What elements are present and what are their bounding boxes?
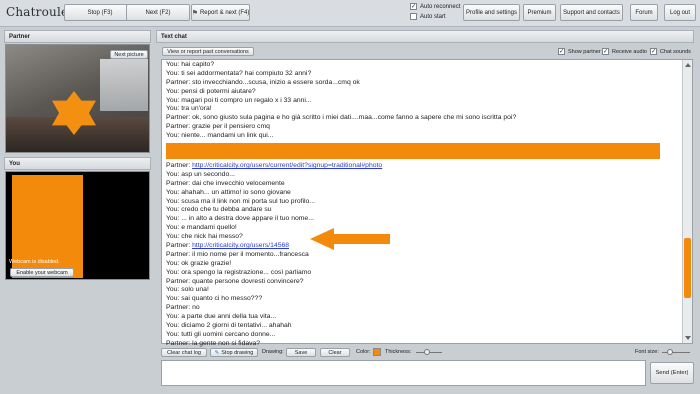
auto-start-label: Auto start: [420, 13, 446, 20]
chat-message: Partner: grazie per il pensiero cmq: [166, 123, 270, 131]
font-size-label: Font size:: [635, 349, 659, 355]
stop-drawing-button[interactable]: ✎ Stop drawing: [210, 348, 258, 357]
clear-chat-log-button[interactable]: Clear chat log: [161, 348, 207, 357]
profile-link[interactable]: http://criticalcity.org/users/current/ed…: [192, 162, 382, 169]
view-report-conversations-button[interactable]: View or report past conversations: [162, 47, 254, 56]
chat-message: You: solo una!: [166, 286, 209, 294]
auto-reconnect-label: Auto reconnect: [420, 3, 461, 10]
save-drawing-button[interactable]: Save: [286, 348, 316, 357]
partner-panel-header: Partner: [4, 30, 151, 43]
checkbox-box[interactable]: ✓: [410, 3, 417, 10]
chat-message: Partner: no: [166, 304, 200, 312]
report-next-label: Report & next (F4): [199, 9, 250, 16]
report-icon: ⚑: [191, 9, 198, 17]
chat-message: You: sai quanto ci ho messo???: [166, 295, 263, 303]
chat-message: You: tra un'ora!: [166, 105, 212, 113]
partner-title: Partner: [9, 33, 31, 40]
chat-message: You: diciamo 2 giorni di tentativi... ah…: [166, 322, 292, 330]
receive-audio-label: Receive audio: [612, 48, 647, 55]
checkbox-box[interactable]: ✓: [602, 48, 609, 55]
premium-button[interactable]: Premium: [523, 4, 556, 21]
color-picker[interactable]: [373, 348, 381, 356]
thickness-slider-handle[interactable]: [424, 349, 430, 355]
chat-message: Partner: il mio nome per il momento...fr…: [166, 250, 309, 258]
clear-drawing-button[interactable]: Clear: [320, 348, 350, 357]
text-chat-header: Text chat: [156, 30, 694, 43]
forum-button[interactable]: Forum: [630, 4, 658, 21]
logout-button[interactable]: Log out: [664, 4, 696, 21]
support-contacts-button[interactable]: Support and contacts: [560, 4, 623, 21]
auto-start-checkbox[interactable]: Auto start: [410, 13, 446, 20]
chat-message: You: a parte due anni della tua vita...: [166, 313, 277, 321]
arrow-shape: [310, 228, 390, 250]
chat-message: Partner: dai che invecchio velocemente: [166, 179, 285, 187]
color-label: Color:: [356, 349, 371, 355]
text-chat-title: Text chat: [161, 33, 187, 40]
censored-message-block: [166, 143, 660, 160]
chat-message: You: magari poi ti compro un regalo x i …: [166, 96, 312, 104]
drawing-label: Drawing:: [262, 349, 284, 355]
thickness-label: Thickness:: [385, 349, 412, 355]
annotation-arrow: [310, 228, 390, 250]
profile-settings-button[interactable]: Profile and settings: [463, 4, 520, 21]
chat-message: Partner: sto invecchiando...scusa, inizi…: [166, 78, 360, 86]
webcam-status: Webcam is disabled.: [9, 259, 60, 265]
receive-audio-checkbox[interactable]: ✓ Receive audio: [602, 48, 647, 55]
window-light: [100, 59, 148, 111]
next-button[interactable]: Next (F2): [126, 4, 190, 21]
partner-video: Next picture: [5, 44, 150, 153]
auto-reconnect-checkbox[interactable]: ✓ Auto reconnect: [410, 3, 460, 10]
chat-message: You: tutti gli uomini cercano donne...: [166, 330, 276, 338]
show-partner-checkbox[interactable]: ✓ Show partner: [558, 48, 601, 55]
checkbox-box[interactable]: ✓: [650, 48, 657, 55]
chat-message: You: ahahah... un attimo! io sono giovan…: [166, 188, 291, 196]
scroll-thumb[interactable]: [684, 238, 691, 298]
chat-message: You: asp un secondo...: [166, 170, 235, 178]
chat-message: You: ok grazie grazie!: [166, 259, 232, 267]
show-partner-label: Show partner: [568, 48, 601, 55]
chat-log[interactable]: You: hai capito? You: ti sei addormentat…: [161, 59, 693, 347]
drawing-icon: ✎: [214, 349, 220, 356]
chat-message: You: e mandami quello!: [166, 224, 237, 232]
checkbox-box[interactable]: [410, 13, 417, 20]
chat-message: You: pensi di potermi aiutare?: [166, 87, 256, 95]
chat-message: You: ti sei addormentata? hai compiuto 3…: [166, 69, 312, 77]
font-size-slider-handle[interactable]: [667, 349, 673, 355]
enable-webcam-button[interactable]: Enable your webcam: [10, 268, 74, 277]
chat-message: You: credo che tu debba andare su: [166, 206, 272, 214]
message-list: You: hai capito? You: ti sei addormentat…: [166, 61, 676, 349]
chat-message-with-link: Partner: http://criticalcity.org/users/c…: [166, 162, 676, 171]
scroll-up-icon[interactable]: [685, 63, 691, 67]
chat-sounds-label: Chat sounds: [660, 48, 691, 55]
report-next-button[interactable]: ⚑ Report & next (F4): [191, 4, 250, 21]
send-button[interactable]: Send (Enter): [650, 362, 694, 384]
profile-link[interactable]: http://criticalcity.org/users/14568: [192, 242, 289, 249]
chat-message-with-link: Partner: http://criticalcity.org/users/1…: [166, 242, 676, 251]
you-title: You: [9, 160, 20, 167]
chat-scrollbar[interactable]: [682, 60, 692, 343]
chat-message: You: scusa ma il link non mi porta sul t…: [166, 197, 315, 205]
chat-message: You: niente... mandami un link qui...: [166, 132, 274, 140]
scroll-down-icon[interactable]: [685, 336, 691, 340]
message-input[interactable]: [161, 360, 646, 386]
top-bar: Chatroulette Stop (F3) Next (F2) ⚑ Repor…: [0, 0, 700, 27]
chat-message: You: che nick hai messo?: [166, 233, 243, 241]
message-prefix: Partner:: [166, 242, 193, 250]
chat-message: You: ... in alto a destra dove appare il…: [166, 215, 314, 223]
chat-sounds-checkbox[interactable]: ✓ Chat sounds: [650, 48, 691, 55]
chat-message: You: ora spengo la registrazione... così…: [166, 268, 312, 276]
checkbox-box[interactable]: ✓: [558, 48, 565, 55]
stop-drawing-label: Stop drawing: [221, 349, 254, 356]
chat-message: Partner: ok, sono giusto sula pagina e h…: [166, 114, 517, 122]
own-webcam: Webcam is disabled. Enable your webcam: [5, 171, 150, 280]
you-panel-header: You: [4, 157, 151, 170]
chat-message: You: hai capito?: [166, 61, 215, 68]
chat-message: Partner: quante persone dovresti convinc…: [166, 277, 304, 285]
message-prefix: Partner:: [166, 162, 193, 170]
next-picture-button[interactable]: Next picture: [110, 50, 148, 59]
